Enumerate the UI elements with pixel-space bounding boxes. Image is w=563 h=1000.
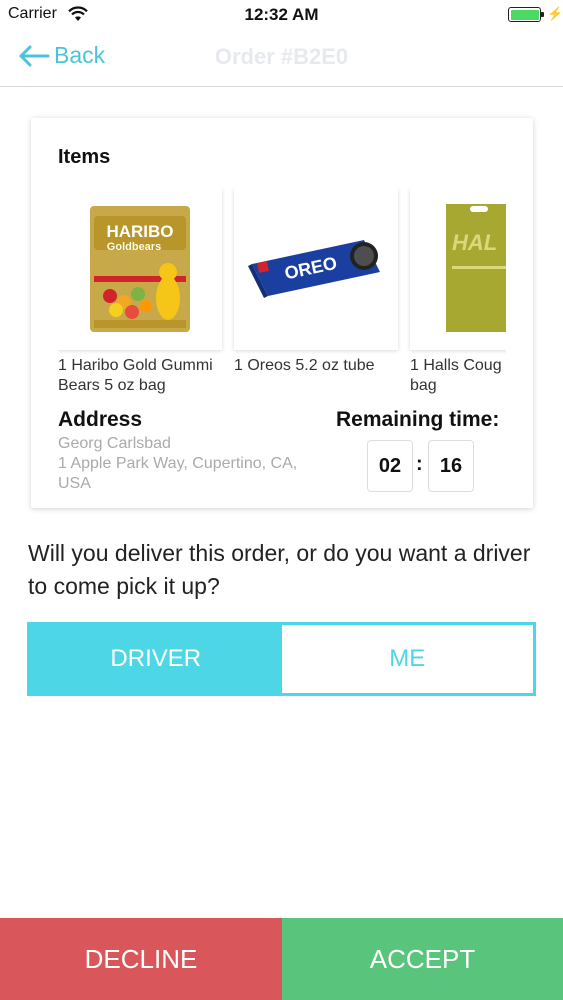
me-option[interactable]: ME (281, 625, 533, 693)
charging-icon: ⚡ (547, 6, 563, 21)
clock: 12:32 AM (244, 5, 319, 24)
status-bar: Carrier 12:32 AM ⚡ (0, 0, 563, 30)
svg-text:HARIBO: HARIBO (106, 222, 173, 241)
item-label: 1 Halls Coug 14 count bag (410, 357, 506, 394)
svg-text:Goldbears: Goldbears (107, 241, 161, 253)
battery-cap (541, 12, 544, 17)
items-heading: Items (58, 146, 111, 168)
time-separator: : (416, 453, 423, 475)
item-card[interactable]: OREO 1 Oreos 5.2 oz tube (234, 188, 404, 376)
remaining-time-heading: Remaining time: (336, 408, 500, 431)
driver-option[interactable]: DRIVER (30, 625, 282, 693)
decline-button[interactable]: DECLINE (0, 918, 282, 1000)
action-bar: DECLINE ACCEPT (0, 918, 563, 1000)
accept-button[interactable]: ACCEPT (282, 918, 563, 1000)
oreo-product-image: OREO (234, 188, 398, 350)
item-label: 1 Oreos 5.2 oz tube (234, 357, 375, 374)
order-card: Items HARIBO Goldbears 1 Haribo Gold Gum… (31, 118, 533, 508)
item-label: 1 Haribo Gold Gummi Bears 5 oz bag (58, 357, 213, 394)
delivery-segmented-control: DRIVER ME (27, 622, 536, 696)
minutes-box: 02 (367, 440, 413, 492)
address-name: Georg Carlsbad (58, 435, 171, 452)
svg-text:HAL: HAL (452, 230, 497, 255)
address-heading: Address (58, 408, 143, 431)
halls-product-image: HAL (410, 188, 506, 350)
page-title: Order #B2E0 (214, 44, 349, 69)
address-line: 1 Apple Park Way, Cupertino, CA, USA (58, 455, 298, 492)
item-card[interactable]: HARIBO Goldbears 1 Haribo Gold Gummi Bea… (58, 188, 228, 396)
items-carousel[interactable]: HARIBO Goldbears 1 Haribo Gold Gummi Bea… (58, 188, 506, 398)
item-card[interactable]: HAL 1 Halls Coug 14 count bag (410, 188, 506, 396)
battery-icon (508, 7, 541, 22)
nav-bar: Back Order #B2E0 (0, 30, 563, 87)
seconds-box: 16 (428, 440, 474, 492)
haribo-product-image: HARIBO Goldbears (58, 188, 222, 350)
delivery-question: Will you deliver this order, or do you w… (28, 540, 531, 599)
